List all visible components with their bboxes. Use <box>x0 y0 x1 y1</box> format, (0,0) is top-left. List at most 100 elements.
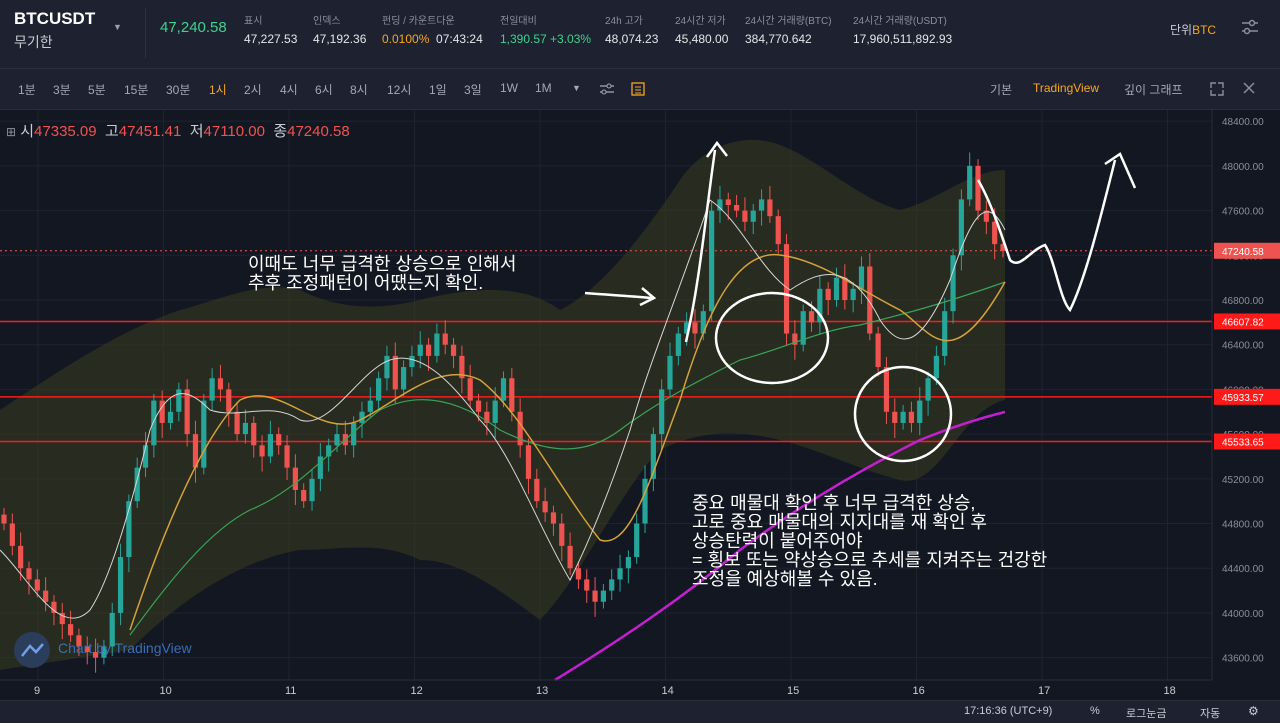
candle-body <box>309 478 315 502</box>
candle-body <box>858 266 865 289</box>
candle-body <box>259 445 265 457</box>
candle-body <box>492 400 498 423</box>
candle-body <box>617 568 623 580</box>
unit-selector[interactable]: 단위BTC <box>1170 21 1216 38</box>
y-tick-label: 43600.00 <box>1222 654 1264 665</box>
candle-body <box>334 434 340 446</box>
x-tick-label: 18 <box>1164 685 1176 697</box>
candle-body <box>34 579 40 591</box>
candle-body <box>883 367 890 412</box>
legend-square-icon[interactable]: ⊞ <box>6 125 16 139</box>
tab-tradingview[interactable]: TradingView <box>1033 81 1099 95</box>
timeframe-30m[interactable]: 30분 <box>166 81 190 98</box>
auto-scale-toggle[interactable]: 자동 <box>1200 705 1220 721</box>
timeframe-3d[interactable]: 3일 <box>464 81 482 98</box>
stat-24h-high: 24h 고가 48,074.23 <box>605 16 659 46</box>
stat-24h-low: 24시간 저가 45,480.00 <box>675 16 729 46</box>
timeframe-3m[interactable]: 3분 <box>53 81 71 98</box>
more-timeframes-icon[interactable]: ▼ <box>572 83 581 93</box>
timeframe-4h[interactable]: 4시 <box>280 81 298 98</box>
stat-mark: 표시 47,227.53 <box>244 16 298 46</box>
tab-basic[interactable]: 기본 <box>990 81 1012 98</box>
candle-body <box>625 557 631 569</box>
candle-body <box>550 512 557 524</box>
timeframe-1d[interactable]: 1일 <box>429 81 447 98</box>
candle-body <box>18 545 24 569</box>
candle-body <box>592 590 598 602</box>
candle-body <box>384 355 390 379</box>
candle-body <box>475 400 482 412</box>
candle-body <box>634 523 640 558</box>
close-icon[interactable] <box>1241 80 1257 96</box>
stat-change: 전일대비 1,390.57 +3.03% <box>500 16 592 46</box>
candle-body <box>284 445 290 468</box>
candle-body <box>9 523 15 546</box>
log-scale-toggle[interactable]: 로그눈금 <box>1126 705 1166 721</box>
timeframe-2h[interactable]: 2시 <box>244 81 262 98</box>
candle-body <box>717 199 723 211</box>
status-bar: 17:16:36 (UTC+9) % 로그눈금 자동 ⚙ <box>0 700 1280 723</box>
gear-icon[interactable]: ⚙ <box>1248 704 1259 718</box>
candle-body <box>500 378 507 401</box>
candle-body <box>900 411 906 423</box>
header-divider <box>145 8 146 58</box>
candle-body <box>184 389 190 435</box>
timeframe-1w[interactable]: 1W <box>500 81 518 95</box>
candle-body <box>850 288 856 300</box>
x-tick-label: 16 <box>913 685 925 697</box>
timeframe-1h[interactable]: 1시 <box>209 81 227 98</box>
timeframe-6h[interactable]: 6시 <box>315 81 333 98</box>
candle-body <box>642 478 648 524</box>
y-tick-label: 45200.00 <box>1222 475 1264 486</box>
symbol-dropdown-icon[interactable]: ▼ <box>113 22 122 32</box>
candle-body <box>942 311 948 356</box>
timeframe-1mo[interactable]: 1M <box>535 81 552 95</box>
timeframe-1m[interactable]: 1분 <box>18 81 36 98</box>
price-label: 45933.57 <box>1222 393 1264 404</box>
settings-sliders-icon[interactable] <box>1240 18 1260 36</box>
timeframe-toolbar: 1분 3분 5분 15분 30분 1시 2시 4시 6시 8시 12시 1일 3… <box>0 69 1280 110</box>
candle-body <box>709 210 715 312</box>
candle-body <box>725 199 731 205</box>
y-tick-label: 48400.00 <box>1222 117 1264 128</box>
indicators-icon[interactable] <box>630 81 646 97</box>
candle-body <box>675 333 681 356</box>
candle-body <box>276 434 282 446</box>
y-tick-label: 48000.00 <box>1222 162 1264 173</box>
candle-body <box>26 568 32 580</box>
timeframe-8h[interactable]: 8시 <box>350 81 368 98</box>
candle-body <box>825 288 831 300</box>
fullscreen-icon[interactable] <box>1208 80 1226 98</box>
timeframe-15m[interactable]: 15분 <box>124 81 148 98</box>
indicator-settings-icon[interactable] <box>598 81 616 97</box>
symbol-name[interactable]: BTCUSDT <box>14 9 95 29</box>
stat-index: 인덱스 47,192.36 <box>313 16 367 46</box>
timeframe-12h[interactable]: 12시 <box>387 81 411 98</box>
watermark: Chart by TradingView <box>58 640 192 656</box>
candle-body <box>917 400 923 423</box>
candle-body <box>425 344 432 356</box>
candle-body <box>975 165 981 211</box>
candle-body <box>467 378 473 401</box>
percent-toggle[interactable]: % <box>1090 705 1100 717</box>
x-tick-label: 12 <box>411 685 423 697</box>
candle-body <box>450 344 457 356</box>
price-label: 47240.58 <box>1222 247 1264 258</box>
candle-body <box>750 210 756 222</box>
annotation-text-2: 중요 매물대 확인 후 너무 급격한 상승, 고로 중요 매물대의 지지대를 재… <box>692 493 1048 589</box>
candle-body <box>833 277 840 300</box>
x-tick-label: 10 <box>160 685 172 697</box>
candle-body <box>401 367 407 390</box>
tab-depth-chart[interactable]: 깊이 그래프 <box>1124 81 1183 98</box>
candle-body <box>534 478 540 502</box>
candle-body <box>600 590 606 602</box>
timeframe-5m[interactable]: 5분 <box>88 81 106 98</box>
ticker-header: BTCUSDT ▼ 무기한 47,240.58 표시 47,227.53 인덱스 4… <box>0 0 1280 69</box>
price-chart[interactable]: 43600.00 44000.00 44400.00 44800.00 45200.00… <box>0 110 1280 700</box>
stat-funding: 펀딩 / 카운트다운 0.0100% 07:43:24 <box>382 16 483 46</box>
candle-body <box>542 501 548 513</box>
candle-body <box>217 378 224 390</box>
y-tick-label: 47600.00 <box>1222 207 1264 218</box>
candle-body <box>367 400 373 412</box>
candle-body <box>68 624 74 636</box>
